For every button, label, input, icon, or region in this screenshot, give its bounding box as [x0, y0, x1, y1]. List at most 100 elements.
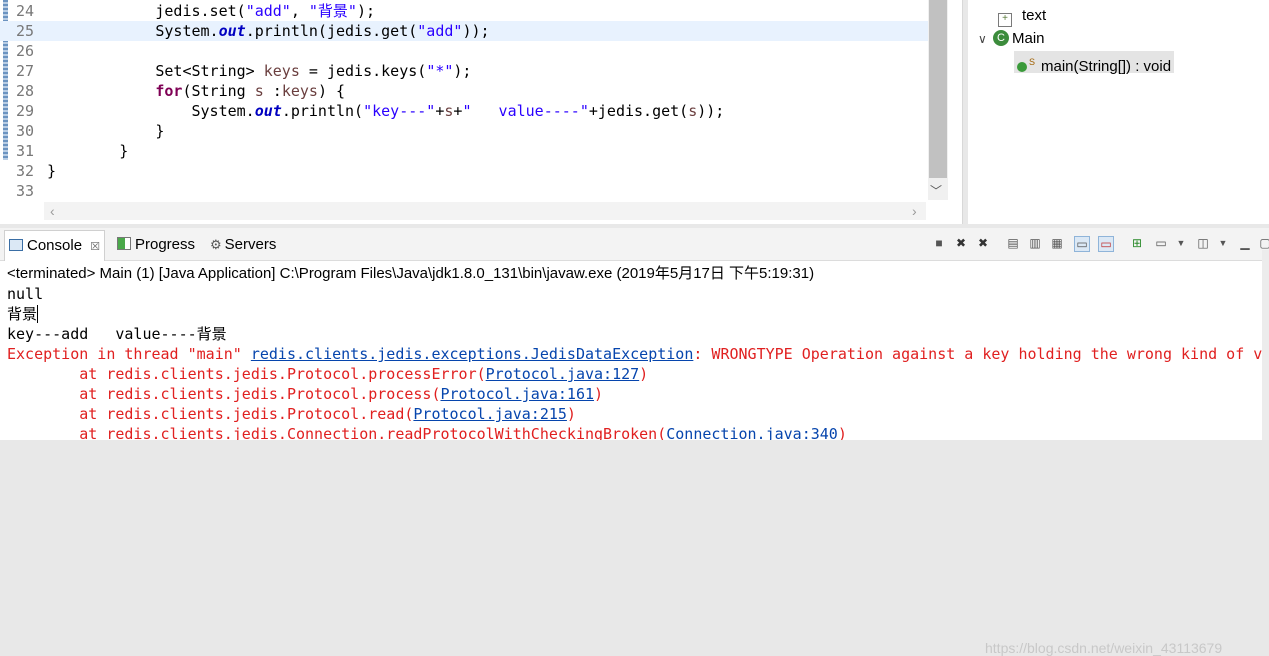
chevron-down-icon[interactable]: ∨ [978, 28, 990, 50]
code-line[interactable]: 32} [0, 161, 928, 181]
static-modifier-badge: S [1029, 57, 1036, 67]
source-link[interactable]: Protocol.java:215 [413, 405, 567, 423]
code-line[interactable]: 33 [0, 181, 928, 201]
code-token: "*" [426, 62, 454, 80]
chevron-down-icon[interactable]: ▼ [1216, 236, 1230, 250]
vertical-scrollbar-thumb[interactable] [929, 0, 947, 178]
close-icon[interactable]: ☒ [90, 241, 100, 253]
clear-console-icon[interactable]: ▤ [1006, 236, 1020, 250]
code-token: = jedis.keys( [299, 62, 427, 80]
code-token: +jedis.get( [588, 102, 689, 120]
line-number: 29 [15, 102, 34, 120]
code-line[interactable]: 27 Set<String> keys = jedis.keys("*"); [0, 61, 928, 81]
source-link[interactable]: Protocol.java:161 [440, 385, 594, 403]
scroll-lock-icon[interactable]: ▥ [1028, 236, 1042, 250]
code-token: "key---" [363, 102, 436, 120]
tab-progress-label: Progress [135, 236, 196, 253]
code-line[interactable]: 24 jedis.set("add", "背景"); [0, 1, 928, 21]
remove-all-terminated-icon[interactable]: ✖ [976, 236, 990, 250]
code-token: } [47, 162, 57, 180]
outline-field-item[interactable]: + text [998, 5, 1046, 27]
code-token: )); [462, 22, 490, 40]
output-line: 背景 [7, 305, 39, 323]
exception-line: Exception in thread "main" redis.clients… [7, 345, 1269, 363]
code-token: ); [453, 62, 472, 80]
code-token: )); [697, 102, 725, 120]
line-number: 31 [15, 142, 34, 160]
servers-icon: ⚙ [210, 237, 222, 252]
watermark: https://blog.csdn.net/weixin_43113679 [985, 640, 1223, 656]
code-line[interactable]: 25 System.out.println(jedis.get("add")); [0, 21, 928, 41]
code-line[interactable]: 29 System.out.println("key---"+s+" value… [0, 101, 928, 121]
field-icon: + [998, 13, 1012, 27]
source-link[interactable]: Connection.java:340 [666, 425, 838, 440]
show-on-stderr-icon[interactable]: ▭ [1098, 236, 1114, 252]
code-token: "背景" [308, 2, 357, 20]
public-method-icon [1017, 62, 1027, 72]
text-cursor [37, 305, 39, 323]
code-token: ); [356, 2, 376, 20]
code-line[interactable]: 30 } [0, 121, 928, 141]
code-token: : [263, 82, 282, 100]
minimize-icon[interactable]: ▁ [1238, 236, 1252, 250]
code-line[interactable]: 26 [0, 41, 928, 61]
stack-trace-line: at redis.clients.jedis.Protocol.process(… [7, 385, 604, 403]
open-console-icon[interactable]: ◫ [1196, 236, 1210, 250]
tab-servers[interactable]: ⚙ Servers [210, 228, 276, 260]
stack-trace-line: at redis.clients.jedis.Protocol.processE… [7, 365, 649, 383]
outline-class-item[interactable]: ∨ C Main [978, 28, 1045, 50]
remove-launch-icon[interactable]: ✖ [954, 236, 968, 250]
console-output[interactable]: null 背景 key---add value----背景 Exception … [7, 284, 1269, 440]
code-token: System. [47, 22, 219, 40]
scroll-right-arrow-icon[interactable]: › [912, 203, 917, 219]
tab-console[interactable]: Console ☒ [4, 230, 106, 261]
source-link[interactable]: Protocol.java:127 [486, 365, 640, 383]
word-wrap-icon[interactable]: ▦ [1050, 236, 1064, 250]
code-token: s [254, 82, 264, 100]
console-icon [9, 239, 23, 251]
line-number: 33 [15, 182, 34, 200]
tab-servers-label: Servers [224, 236, 277, 253]
maximize-icon[interactable]: ▢ [1258, 236, 1269, 250]
display-console-icon[interactable]: ▭ [1154, 236, 1168, 250]
outline-method-item[interactable]: Smain(String[]) : void [1014, 51, 1175, 75]
console-view: Console ☒ Progress ⚙ Servers ■ ✖ ✖ ▤ ▥ ▦ … [0, 228, 1269, 656]
code-token: ) { [317, 82, 346, 100]
terminate-icon[interactable]: ■ [932, 236, 946, 250]
code-token: out [218, 22, 246, 40]
code-token: } [47, 122, 165, 140]
code-token: .println( [281, 102, 364, 120]
code-token: "add" [245, 2, 291, 20]
show-on-stdout-icon[interactable]: ▭ [1074, 236, 1090, 252]
code-token: } [47, 142, 129, 160]
code-token: s [688, 102, 698, 120]
console-scrollbar[interactable] [1262, 250, 1269, 440]
line-number: 26 [15, 42, 34, 60]
progress-icon [117, 237, 131, 250]
horizontal-scrollbar[interactable] [44, 202, 926, 220]
outline-method-label: main(String[]) : void [1041, 58, 1172, 75]
code-editor[interactable]: 24 jedis.set("add", "背景"); 25 System.out.… [0, 0, 963, 224]
line-number: 27 [15, 62, 34, 80]
line-number: 24 [15, 2, 34, 20]
code-line[interactable]: 31 } [0, 141, 928, 161]
code-token: Set<String> [47, 62, 264, 80]
code-token: (String [182, 82, 255, 100]
outline-field-label: text [1022, 7, 1047, 24]
chevron-down-icon[interactable]: ▼ [1174, 236, 1188, 250]
exception-class-link[interactable]: redis.clients.jedis.exceptions.JedisData… [251, 345, 694, 363]
scroll-left-arrow-icon[interactable]: ‹ [50, 203, 55, 219]
code-token: , [290, 2, 309, 20]
tab-console-label: Console [27, 237, 83, 254]
code-token: .println(jedis.get( [245, 22, 418, 40]
code-token: " value----" [462, 102, 589, 120]
code-token: keys [263, 62, 300, 80]
pin-console-icon[interactable]: ⊞ [1130, 236, 1144, 250]
stack-trace-line: at redis.clients.jedis.Connection.readPr… [7, 424, 1269, 440]
tab-progress[interactable]: Progress [117, 228, 195, 260]
scroll-down-arrow-icon[interactable]: ﹀ [930, 182, 942, 199]
code-token: keys [281, 82, 318, 100]
code-line[interactable]: 28 for(String s :keys) { [0, 81, 928, 101]
outline-class-label: Main [1012, 30, 1045, 47]
